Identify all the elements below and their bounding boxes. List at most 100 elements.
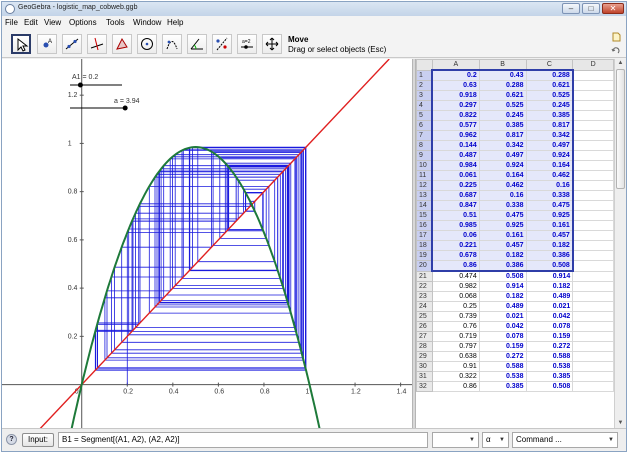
cell-a[interactable]: 0.068 — [431, 291, 480, 302]
cell-a[interactable]: 0.86 — [431, 260, 480, 272]
point-tool-button[interactable]: A — [37, 34, 57, 54]
menu-window[interactable]: Window — [133, 18, 161, 27]
row-header[interactable]: 14 — [416, 200, 433, 211]
cell-d[interactable] — [572, 220, 614, 231]
menu-file[interactable]: File — [5, 18, 18, 27]
table-row[interactable]: 7 0.962 0.817 0.342 — [416, 130, 614, 141]
cell-a[interactable]: 0.984 — [431, 160, 480, 171]
symbol-dropdown[interactable]: ▼ — [432, 432, 479, 448]
cell-b[interactable]: 0.182 — [478, 291, 527, 302]
table-row[interactable]: 3 0.918 0.621 0.525 — [416, 90, 614, 101]
cell-a[interactable]: 0.918 — [431, 90, 480, 101]
row-header[interactable]: 4 — [416, 100, 433, 111]
row-header[interactable]: 20 — [416, 260, 433, 272]
row-header[interactable]: 28 — [416, 341, 433, 352]
cell-c[interactable]: 0.288 — [525, 69, 574, 81]
row-header[interactable]: 29 — [416, 351, 433, 362]
cell-b[interactable]: 0.288 — [478, 80, 527, 91]
cell-d[interactable] — [572, 100, 614, 111]
cell-a[interactable]: 0.962 — [431, 130, 480, 141]
menu-help[interactable]: Help — [167, 18, 183, 27]
maximize-button[interactable]: □ — [582, 3, 600, 14]
table-row[interactable]: 21 0.474 0.508 0.914 — [416, 270, 614, 282]
row-header[interactable]: 23 — [416, 291, 433, 302]
cell-a[interactable]: 0.577 — [431, 120, 480, 131]
cell-c[interactable]: 0.914 — [525, 270, 574, 282]
cell-c[interactable]: 0.182 — [525, 281, 574, 292]
row-header[interactable]: 21 — [416, 270, 433, 282]
cell-c[interactable]: 0.508 — [525, 381, 574, 392]
cell-b[interactable]: 0.525 — [478, 100, 527, 111]
cell-d[interactable] — [572, 301, 614, 312]
input-field[interactable]: B1 = Segment[(A1, A2), (A2, A2)] — [58, 432, 428, 448]
cell-b[interactable]: 0.16 — [478, 190, 527, 201]
cell-b[interactable]: 0.914 — [478, 281, 527, 292]
row-header[interactable]: 12 — [416, 180, 433, 191]
cell-a[interactable]: 0.061 — [431, 170, 480, 181]
close-button[interactable]: ✕ — [602, 3, 624, 14]
cell-b[interactable]: 0.342 — [478, 140, 527, 151]
table-row[interactable]: 19 0.678 0.182 0.386 — [416, 250, 614, 261]
menu-options[interactable]: Options — [69, 18, 97, 27]
cell-c[interactable]: 0.245 — [525, 100, 574, 111]
column-header-D[interactable]: D — [572, 59, 614, 71]
row-header[interactable]: 27 — [416, 331, 433, 342]
cell-d[interactable] — [572, 130, 614, 141]
cell-c[interactable]: 0.457 — [525, 230, 574, 241]
column-header-A[interactable]: A — [431, 59, 480, 71]
cell-a[interactable]: 0.63 — [431, 80, 480, 91]
cell-b[interactable]: 0.042 — [478, 321, 527, 332]
column-header-C[interactable]: C — [525, 59, 574, 71]
cell-a[interactable]: 0.2 — [431, 69, 480, 81]
cell-b[interactable]: 0.161 — [478, 230, 527, 241]
cell-b[interactable]: 0.508 — [478, 270, 527, 282]
table-row[interactable]: 13 0.687 0.16 0.338 — [416, 190, 614, 201]
table-row[interactable]: 20 0.86 0.386 0.508 — [416, 260, 614, 272]
cobweb-plot[interactable]: 0.2 0.4 0.6 0.8 1 1.2 1.41.210.80.60.40.20 A1 … — [2, 59, 412, 428]
table-row[interactable]: 25 0.739 0.021 0.042 — [416, 311, 614, 322]
cell-c[interactable]: 0.386 — [525, 250, 574, 261]
input-button[interactable]: Input: — [22, 433, 54, 447]
cell-b[interactable]: 0.159 — [478, 341, 527, 352]
row-header[interactable]: 13 — [416, 190, 433, 201]
cell-d[interactable] — [572, 140, 614, 151]
table-row[interactable]: 29 0.638 0.272 0.588 — [416, 351, 614, 362]
cell-b[interactable]: 0.078 — [478, 331, 527, 342]
spreadsheet-grid[interactable]: A B C D 1 0.2 0.43 0.288 2 0.63 0.288 0.621 3 0.9… — [416, 59, 614, 392]
cell-d[interactable] — [572, 270, 614, 282]
menu-view[interactable]: View — [44, 18, 61, 27]
cell-d[interactable] — [572, 341, 614, 352]
cell-c[interactable]: 0.272 — [525, 341, 574, 352]
table-row[interactable]: 18 0.221 0.457 0.182 — [416, 240, 614, 251]
cell-b[interactable]: 0.489 — [478, 301, 527, 312]
cell-c[interactable]: 0.925 — [525, 210, 574, 221]
cell-d[interactable] — [572, 150, 614, 161]
table-row[interactable]: 31 0.322 0.538 0.385 — [416, 371, 614, 382]
spreadsheet-scrollbar[interactable]: ▲ ▼ — [614, 59, 626, 428]
cell-b[interactable]: 0.245 — [478, 110, 527, 121]
cell-a[interactable]: 0.719 — [431, 331, 480, 342]
cell-b[interactable]: 0.817 — [478, 130, 527, 141]
row-header[interactable]: 1 — [416, 69, 433, 81]
cell-a[interactable]: 0.86 — [431, 381, 480, 392]
table-row[interactable]: 14 0.847 0.338 0.475 — [416, 200, 614, 211]
undo-icon[interactable] — [611, 45, 621, 55]
cell-a[interactable]: 0.297 — [431, 100, 480, 111]
table-row[interactable]: 10 0.984 0.924 0.164 — [416, 160, 614, 171]
row-header[interactable]: 15 — [416, 210, 433, 221]
cell-d[interactable] — [572, 351, 614, 362]
row-header[interactable]: 22 — [416, 281, 433, 292]
polygon-tool-button[interactable] — [112, 34, 132, 54]
cell-a[interactable]: 0.982 — [431, 281, 480, 292]
row-header[interactable]: 25 — [416, 311, 433, 322]
row-header[interactable]: 30 — [416, 361, 433, 372]
cell-c[interactable]: 0.16 — [525, 180, 574, 191]
cell-c[interactable]: 0.159 — [525, 331, 574, 342]
cell-d[interactable] — [572, 180, 614, 191]
cell-d[interactable] — [572, 260, 614, 272]
cell-c[interactable]: 0.182 — [525, 240, 574, 251]
row-header[interactable]: 24 — [416, 301, 433, 312]
cell-b[interactable]: 0.338 — [478, 200, 527, 211]
row-header[interactable]: 9 — [416, 150, 433, 161]
cell-b[interactable]: 0.021 — [478, 311, 527, 322]
